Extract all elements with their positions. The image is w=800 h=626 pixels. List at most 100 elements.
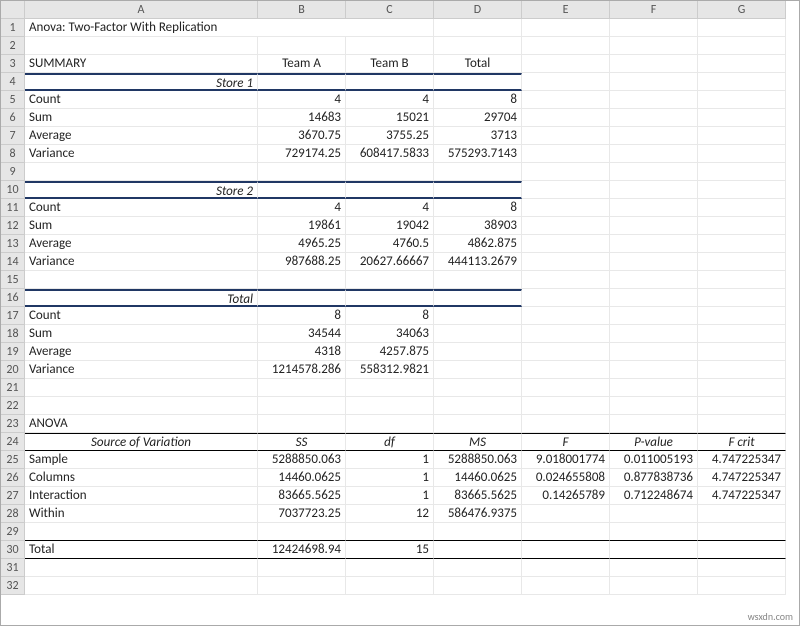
row-header-19[interactable]: 19 <box>1 343 25 361</box>
anova-head-ss[interactable]: SS <box>258 433 346 451</box>
store2-count-a[interactable]: 4 <box>258 199 346 217</box>
cell-A1[interactable]: Anova: Two-Factor With Replication <box>25 19 434 37</box>
total-avg-b[interactable]: 4257.875 <box>346 343 434 361</box>
anova-within-ms[interactable]: 586476.9375 <box>434 505 522 523</box>
anova-interaction-src[interactable]: Interaction <box>25 487 258 505</box>
row-header-22[interactable]: 22 <box>1 397 25 415</box>
anova-columns-src[interactable]: Columns <box>25 469 258 487</box>
row-header-26[interactable]: 26 <box>1 469 25 487</box>
store2-avg-label[interactable]: Average <box>25 235 258 253</box>
row-header-18[interactable]: 18 <box>1 325 25 343</box>
total-var-b[interactable]: 558312.9821 <box>346 361 434 379</box>
total-group-label[interactable]: Total <box>25 289 258 307</box>
anova-head-f[interactable]: F <box>522 433 610 451</box>
store2-label[interactable]: Store 2 <box>25 181 258 199</box>
anova-sample-ss[interactable]: 5288850.063 <box>258 451 346 469</box>
total-sum-b[interactable]: 34063 <box>346 325 434 343</box>
row-header-28[interactable]: 28 <box>1 505 25 523</box>
row-header-13[interactable]: 13 <box>1 235 25 253</box>
cell-G1[interactable] <box>698 19 786 37</box>
store1-count-t[interactable]: 8 <box>434 91 522 109</box>
anova-head-ms[interactable]: MS <box>434 433 522 451</box>
anova-interaction-fc[interactable]: 4.747225347 <box>698 487 786 505</box>
row-header-16[interactable]: 16 <box>1 289 25 307</box>
cell-A2[interactable] <box>25 37 258 55</box>
col-header-F[interactable]: F <box>610 1 698 19</box>
anova-sample-p[interactable]: 0.011005193 <box>610 451 698 469</box>
anova-sample-f[interactable]: 9.018001774 <box>522 451 610 469</box>
cell-E1[interactable] <box>522 19 610 37</box>
anova-interaction-df[interactable]: 1 <box>346 487 434 505</box>
anova-columns-ss[interactable]: 14460.0625 <box>258 469 346 487</box>
anova-sample-src[interactable]: Sample <box>25 451 258 469</box>
row-header-31[interactable]: 31 <box>1 559 25 577</box>
anova-sample-df[interactable]: 1 <box>346 451 434 469</box>
col-header-B[interactable]: B <box>258 1 346 19</box>
store2-count-t[interactable]: 8 <box>434 199 522 217</box>
row-header-2[interactable]: 2 <box>1 37 25 55</box>
store1-count-a[interactable]: 4 <box>258 91 346 109</box>
row-header-23[interactable]: 23 <box>1 415 25 433</box>
row-header-29[interactable]: 29 <box>1 523 25 541</box>
store2-avg-a[interactable]: 4965.25 <box>258 235 346 253</box>
total-sum-label[interactable]: Sum <box>25 325 258 343</box>
total-avg-label[interactable]: Average <box>25 343 258 361</box>
store2-sum-b[interactable]: 19042 <box>346 217 434 235</box>
store1-sum-b[interactable]: 15021 <box>346 109 434 127</box>
anova-total-src[interactable]: Total <box>25 541 258 559</box>
anova-head-src[interactable]: Source of Variation <box>25 433 258 451</box>
store1-sum-label[interactable]: Sum <box>25 109 258 127</box>
anova-interaction-ms[interactable]: 83665.5625 <box>434 487 522 505</box>
store2-sum-label[interactable]: Sum <box>25 217 258 235</box>
store2-sum-a[interactable]: 19861 <box>258 217 346 235</box>
row-header-30[interactable]: 30 <box>1 541 25 559</box>
anova-columns-f[interactable]: 0.024655808 <box>522 469 610 487</box>
summary-label[interactable]: SUMMARY <box>25 55 258 73</box>
store1-var-label[interactable]: Variance <box>25 145 258 163</box>
total-var-label[interactable]: Variance <box>25 361 258 379</box>
col-header-G[interactable]: G <box>698 1 786 19</box>
store1-var-b[interactable]: 608417.5833 <box>346 145 434 163</box>
store1-avg-a[interactable]: 3670.75 <box>258 127 346 145</box>
row-header-20[interactable]: 20 <box>1 361 25 379</box>
store1-sum-t[interactable]: 29704 <box>434 109 522 127</box>
store1-avg-t[interactable]: 3713 <box>434 127 522 145</box>
anova-sample-ms[interactable]: 5288850.063 <box>434 451 522 469</box>
total-count-label[interactable]: Count <box>25 307 258 325</box>
anova-label[interactable]: ANOVA <box>25 415 258 433</box>
store2-count-label[interactable]: Count <box>25 199 258 217</box>
anova-head-fc[interactable]: F crit <box>698 433 786 451</box>
cell-F1[interactable] <box>610 19 698 37</box>
store2-avg-b[interactable]: 4760.5 <box>346 235 434 253</box>
row-header-27[interactable]: 27 <box>1 487 25 505</box>
store2-sum-t[interactable]: 38903 <box>434 217 522 235</box>
anova-total-df[interactable]: 15 <box>346 541 434 559</box>
row-header-9[interactable]: 9 <box>1 163 25 181</box>
anova-within-df[interactable]: 12 <box>346 505 434 523</box>
anova-columns-ms[interactable]: 14460.0625 <box>434 469 522 487</box>
store1-label[interactable]: Store 1 <box>25 73 258 91</box>
col-header-E[interactable]: E <box>522 1 610 19</box>
col-header-C[interactable]: C <box>346 1 434 19</box>
spreadsheet-grid[interactable]: A B C D E F G 1 Anova: Two-Factor With R… <box>1 1 799 595</box>
store2-var-t[interactable]: 444113.2679 <box>434 253 522 271</box>
row-header-24[interactable]: 24 <box>1 433 25 451</box>
row-header-11[interactable]: 11 <box>1 199 25 217</box>
total-avg-a[interactable]: 4318 <box>258 343 346 361</box>
header-team-a[interactable]: Team A <box>258 55 346 73</box>
store2-avg-t[interactable]: 4862.875 <box>434 235 522 253</box>
store1-sum-a[interactable]: 14683 <box>258 109 346 127</box>
row-header-14[interactable]: 14 <box>1 253 25 271</box>
total-sum-a[interactable]: 34544 <box>258 325 346 343</box>
row-header-7[interactable]: 7 <box>1 127 25 145</box>
store1-count-label[interactable]: Count <box>25 91 258 109</box>
anova-total-ss[interactable]: 12424698.94 <box>258 541 346 559</box>
row-header-25[interactable]: 25 <box>1 451 25 469</box>
row-header-4[interactable]: 4 <box>1 73 25 91</box>
anova-head-p[interactable]: P-value <box>610 433 698 451</box>
row-header-21[interactable]: 21 <box>1 379 25 397</box>
anova-columns-p[interactable]: 0.877838736 <box>610 469 698 487</box>
anova-within-ss[interactable]: 7037723.25 <box>258 505 346 523</box>
cell-D1[interactable] <box>434 19 522 37</box>
total-count-b[interactable]: 8 <box>346 307 434 325</box>
